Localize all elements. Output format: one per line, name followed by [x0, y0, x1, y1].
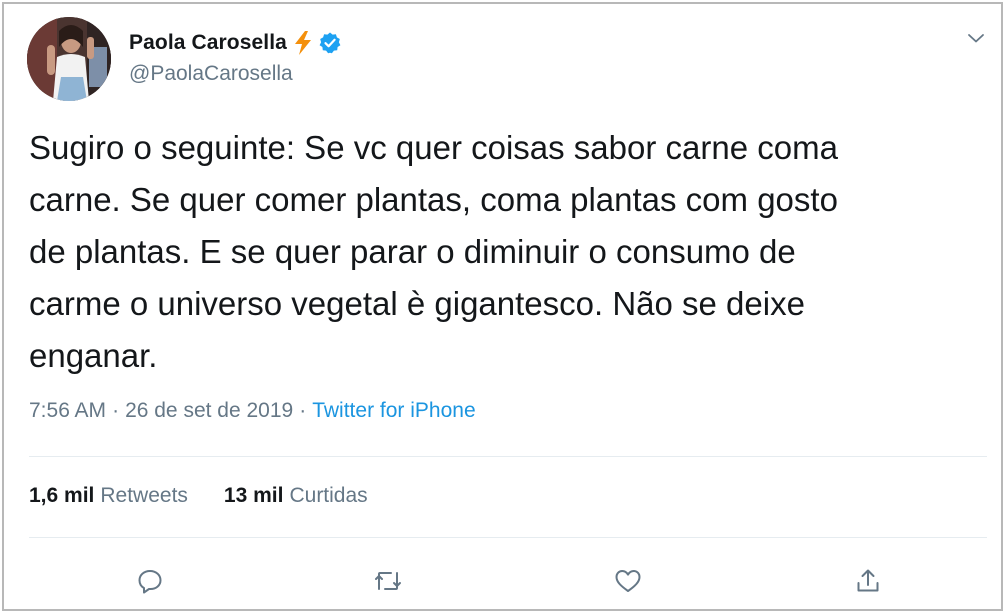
share-icon — [857, 569, 879, 592]
tweet-metadata: 7:56 AM · 26 de set de 2019 · Twitter fo… — [29, 399, 476, 423]
likes-count: 13 mil — [223, 484, 284, 507]
retweets-label: Retweets — [100, 484, 188, 507]
author-handle[interactable]: @PaolaCarosella — [129, 62, 293, 86]
retweet-icon — [375, 572, 401, 590]
retweet-button[interactable] — [371, 564, 405, 598]
likes-label: Curtidas — [289, 484, 368, 507]
tweet-card: Paola Carosella @PaolaCarosella Sugiro o… — [2, 2, 1003, 611]
tweet-text: Sugiro o seguinte: Se vc quer coisas sab… — [29, 129, 838, 374]
retweets-count: 1,6 mil — [29, 484, 95, 507]
reply-button[interactable] — [133, 564, 167, 598]
tweet-date[interactable]: 26 de set de 2019 — [125, 399, 293, 423]
divider — [29, 456, 987, 457]
meta-separator: · — [299, 399, 307, 422]
tweet-time[interactable]: 7:56 AM — [29, 399, 106, 423]
avatar-photo — [27, 17, 111, 101]
author-name-row: Paola Carosella — [129, 28, 342, 58]
chevron-down-icon[interactable] — [964, 26, 988, 50]
like-button[interactable] — [611, 564, 645, 598]
reply-icon — [138, 570, 162, 594]
heart-icon — [615, 570, 641, 592]
tweet-source-link[interactable]: Twitter for iPhone — [312, 399, 475, 423]
author-display-name[interactable]: Paola Carosella — [129, 31, 287, 55]
avatar[interactable] — [27, 17, 111, 101]
meta-separator: · — [112, 399, 120, 422]
verified-badge-icon — [318, 31, 342, 55]
tweet-actions — [4, 564, 1005, 598]
lightning-bolt-icon — [292, 30, 314, 56]
likes-stat[interactable]: 13 mil Curtidas — [224, 484, 368, 508]
tweet-stats: 1,6 mil Retweets 13 mil Curtidas — [29, 484, 368, 508]
retweets-stat[interactable]: 1,6 mil Retweets — [29, 484, 188, 508]
share-button[interactable] — [851, 564, 885, 598]
divider — [29, 537, 987, 538]
